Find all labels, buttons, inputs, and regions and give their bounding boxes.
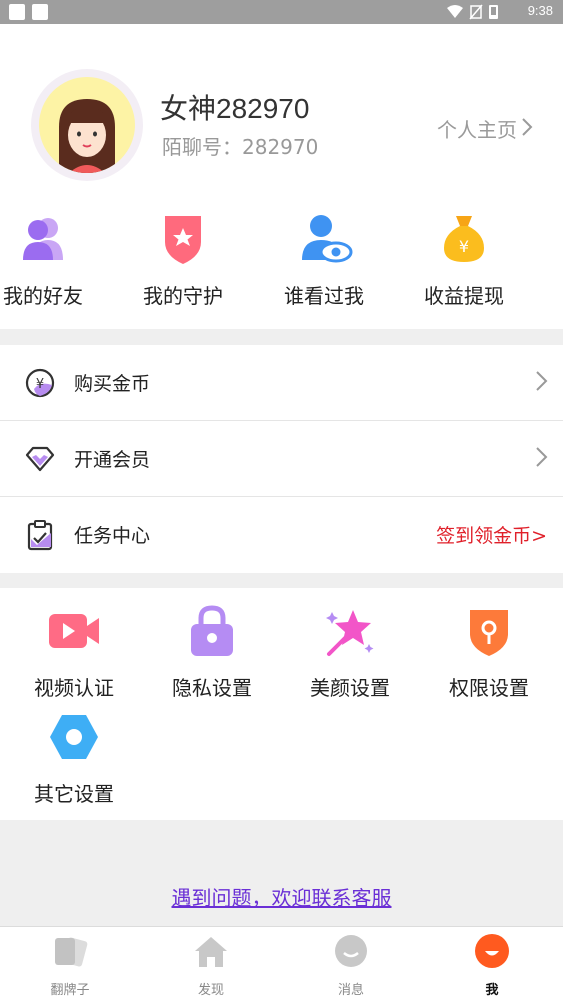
money-bag-icon: ¥ <box>434 208 494 268</box>
contact-support-link[interactable]: 遇到问题，欢迎联系客服 <box>0 882 563 911</box>
magic-star-icon <box>323 604 377 658</box>
setting-label: 隐私设置 <box>172 676 252 700</box>
quick-label: 我的守护 <box>143 284 223 308</box>
nav-label: 发现 <box>197 983 224 998</box>
bottom-nav: 翻牌子 发现 消息 我 <box>0 926 563 1000</box>
setting-permission[interactable]: 权限设置 <box>429 604 549 701</box>
message-icon <box>332 933 370 971</box>
quick-item-earnings[interactable]: ¥ 收益提现 <box>414 208 514 309</box>
nav-me[interactable]: 我 <box>442 933 542 998</box>
lock-icon <box>185 604 239 658</box>
diamond-icon <box>24 443 56 475</box>
nav-discover[interactable]: 发现 <box>161 933 261 998</box>
setting-beauty[interactable]: 美颜设置 <box>290 604 410 701</box>
setting-video-verify[interactable]: 视频认证 <box>14 604 134 701</box>
me-icon <box>473 933 511 971</box>
notification-icon <box>32 4 48 20</box>
nav-label: 消息 <box>337 983 364 998</box>
permission-shield-icon <box>462 604 516 658</box>
section-divider <box>0 329 563 345</box>
nav-messages[interactable]: 消息 <box>301 933 401 998</box>
quick-item-guard[interactable]: 我的守护 <box>133 208 233 309</box>
row-vip[interactable]: 开通会员 <box>0 421 563 497</box>
nav-label: 翻牌子 <box>50 983 90 998</box>
coin-icon: ¥ <box>24 367 56 399</box>
row-buy-coins[interactable]: ¥ 购买金币 <box>0 345 563 421</box>
setting-label: 美颜设置 <box>310 676 390 700</box>
quick-label: 我的好友 <box>3 284 83 308</box>
status-time: 9:38 <box>527 3 553 18</box>
settings-hexagon-icon <box>47 710 101 764</box>
visitor-eye-icon <box>294 208 354 268</box>
video-camera-icon <box>47 604 101 658</box>
row-label: 开通会员 <box>74 449 151 471</box>
notification-icon <box>9 4 25 20</box>
clipboard-icon <box>24 519 56 551</box>
setting-label: 其它设置 <box>34 782 114 806</box>
homepage-label: 个人主页 <box>437 118 517 142</box>
home-icon <box>192 933 230 971</box>
homepage-link[interactable]: 个人主页 <box>437 114 533 143</box>
user-id: 陌聊号：282970 <box>162 135 319 159</box>
chevron-right-icon <box>535 445 549 469</box>
quick-item-friends[interactable]: 我的好友 <box>0 208 93 309</box>
row-tasks[interactable]: 任务中心 签到领金币> <box>0 497 563 573</box>
nav-cards[interactable]: 翻牌子 <box>20 933 120 998</box>
setting-label: 视频认证 <box>34 676 114 700</box>
checkin-link[interactable]: 签到领金币> <box>436 521 547 548</box>
chevron-right-icon <box>521 117 533 142</box>
row-label: 购买金币 <box>74 373 151 395</box>
quick-label: 收益提现 <box>424 284 504 308</box>
signal-battery-icons <box>447 4 498 20</box>
avatar[interactable] <box>31 69 143 181</box>
quick-label: 谁看过我 <box>284 284 364 308</box>
svg-text:¥: ¥ <box>459 237 469 256</box>
svg-text:¥: ¥ <box>36 377 44 392</box>
quick-item-visitors[interactable]: 谁看过我 <box>274 208 374 309</box>
chevron-right-icon <box>535 369 549 393</box>
friends-icon <box>13 208 73 268</box>
setting-privacy[interactable]: 隐私设置 <box>152 604 272 701</box>
setting-other[interactable]: 其它设置 <box>14 710 134 807</box>
cards-icon <box>51 933 89 971</box>
nav-label: 我 <box>485 983 499 998</box>
nickname: 女神282970 <box>160 93 310 124</box>
row-label: 任务中心 <box>74 525 151 547</box>
section-divider <box>0 573 563 588</box>
avatar-image <box>39 77 135 173</box>
status-bar: 9:38 <box>0 0 563 24</box>
guard-shield-icon <box>153 208 213 268</box>
setting-label: 权限设置 <box>449 676 529 700</box>
